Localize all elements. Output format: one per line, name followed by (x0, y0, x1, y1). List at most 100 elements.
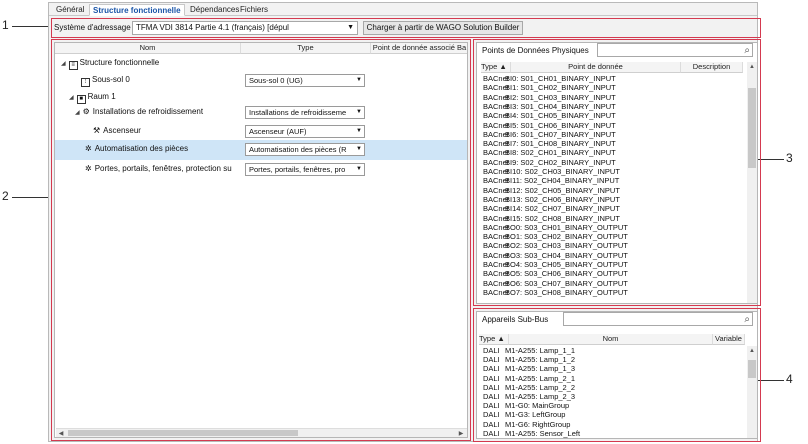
list-item[interactable]: DALI M1-G3: LeftGroup (483, 411, 565, 419)
list-item-name: BI14: S02_CH07_BINARY_INPUT (505, 204, 620, 214)
list-item[interactable]: BACnetBI9: S02_CH02_BINARY_INPUT (483, 157, 616, 167)
list-item[interactable]: DALI M1-A255: Lamp_2_1 (483, 374, 575, 383)
list-item[interactable]: BACnetBI2: S01_CH03_BINARY_INPUT (483, 93, 616, 102)
list-item[interactable]: BACnetBI10: S02_CH03_BINARY_INPUT (483, 168, 620, 176)
type-select[interactable]: Installations de refroidisseme ▼ (245, 106, 365, 119)
list-item[interactable]: DALI M1-G6: RightGroup (483, 420, 570, 429)
list-item[interactable]: BACnetBI7: S01_CH08_BINARY_INPUT (483, 140, 616, 148)
scrollbar-thumb[interactable] (748, 88, 756, 168)
list-item[interactable]: BACnetBO3: S03_CH04_BINARY_OUTPUT (483, 250, 628, 260)
list-item[interactable]: BACnetBI12: S02_CH05_BINARY_INPUT (483, 186, 620, 195)
tree-row-doors[interactable]: ✲ Portes, portails, fenêtres, protection … (55, 160, 467, 180)
tab-files[interactable]: Fichiers (237, 4, 271, 16)
scrollbar-thumb[interactable] (748, 360, 756, 378)
column-header-description[interactable]: Description (681, 62, 743, 73)
type-select[interactable]: Portes, portails, fenêtres, pro ▼ (245, 163, 365, 176)
list-item[interactable]: DALI M1-A255: Lamp_1_2 (483, 356, 575, 364)
column-header-data-point[interactable]: Point de donnée (511, 62, 681, 73)
tree-row-cooling[interactable]: ◢ ⚙ Installations de refroidissement Insta… (55, 103, 467, 123)
app-window: Général Structure fonctionnelle Dépendan… (48, 2, 761, 442)
list-item[interactable]: BACnetBI15: S02_CH08_BINARY_INPUT (483, 214, 620, 223)
list-item[interactable]: BACnetBO7: S03_CH08_BINARY_OUTPUT (483, 288, 628, 297)
tab-general[interactable]: Général (53, 4, 87, 16)
column-header-type[interactable]: Type ▲ (479, 334, 509, 345)
list-item[interactable]: BACnetBI3: S01_CH04_BINARY_INPUT (483, 102, 616, 111)
list-item[interactable]: DALI M1-G0: MainGroup (483, 402, 569, 410)
load-from-solution-builder-button[interactable]: Charger à partir de WAGO Solution Builde… (363, 21, 523, 35)
list-item[interactable]: BACnetBI13: S02_CH06_BINARY_INPUT (483, 194, 620, 204)
list-item[interactable]: BACnetBO4: S03_CH05_BINARY_OUTPUT (483, 261, 628, 269)
list-item-type: BACnet (483, 241, 509, 251)
list-item[interactable]: BACnetBO6: S03_CH07_BINARY_OUTPUT (483, 278, 628, 288)
list-item-name: M1-A255: Lamp_1_3 (505, 364, 576, 374)
list-item[interactable]: BACnetBI5: S01_CH06_BINARY_INPUT (483, 121, 616, 130)
scroll-left-icon[interactable]: ◀ (56, 430, 66, 437)
list-item-name: BI6: S01_CH07_BINARY_INPUT (505, 129, 616, 139)
scroll-right-icon[interactable]: ▶ (456, 430, 466, 437)
list-item-type: BACnet (483, 250, 509, 260)
vertical-scrollbar[interactable]: ▲ (747, 346, 757, 438)
list-item-name: BI9: S02_CH02_BINARY_INPUT (505, 157, 616, 167)
list-item[interactable]: BACnetBI14: S02_CH07_BINARY_INPUT (483, 205, 620, 213)
panel-title: Appareils Sub-Bus (482, 315, 549, 324)
type-select[interactable]: Ascenseur (AUF) ▼ (245, 125, 365, 138)
list-item[interactable]: DALI M1-A255: Sensor_Left (483, 429, 580, 438)
callout-line-2 (12, 197, 52, 198)
list-item[interactable]: DALI M1-A255: Lamp_2_3 (483, 393, 575, 401)
list-item[interactable]: BACnetBO0: S03_CH01_BINARY_OUTPUT (483, 222, 628, 232)
list-item[interactable]: DALI M1-A255: Lamp_1_1 (483, 347, 575, 355)
tab-dependencies[interactable]: Dépendances (187, 4, 242, 16)
search-icon[interactable]: ⌕ (744, 44, 750, 57)
column-header-variable[interactable]: Variable (713, 334, 745, 345)
list-item-type: DALI (483, 364, 500, 374)
column-header-type[interactable]: Type (241, 43, 371, 54)
list-item[interactable]: DALI M1-A255: Lamp_2_2 (483, 382, 576, 392)
scroll-up-icon[interactable]: ▲ (747, 64, 757, 70)
list-item[interactable]: BACnetBI11: S02_CH04_BINARY_INPUT (483, 177, 619, 185)
type-select[interactable]: Automatisation des pièces (R ▼ (245, 143, 365, 156)
list-item[interactable]: DALI M1-A255: Lamp_1_3 (483, 365, 575, 373)
list-item[interactable]: BACnetBI1: S01_CH02_BINARY_INPUT (483, 84, 616, 92)
horizontal-scrollbar[interactable]: ◀ ▶ (56, 428, 467, 437)
physical-list: BACnetBI0: S01_CH01_BINARY_INPUT BACnetBI… (477, 75, 743, 303)
list-item[interactable]: BACnetBO1: S03_CH02_BINARY_OUTPUT (483, 233, 628, 241)
list-item-type: BACnet (483, 222, 509, 232)
list-item-type: BACnet (483, 194, 509, 204)
list-item-name: M1-A255: Lamp_2_2 (505, 382, 576, 392)
list-item-type: BACnet (483, 232, 509, 242)
column-header-type[interactable]: Type ▲ (481, 62, 511, 73)
search-icon[interactable]: ⌕ (744, 313, 750, 326)
list-item[interactable]: BACnetBI8: S02_CH01_BINARY_INPUT (483, 149, 616, 157)
door-icon: ✲ (85, 164, 92, 173)
callout-4: 4 (786, 372, 793, 386)
vertical-scrollbar[interactable]: ▲ (747, 62, 757, 303)
list-item[interactable]: BACnetBO5: S03_CH06_BINARY_OUTPUT (483, 270, 628, 278)
column-header-bacnet-point[interactable]: Point de donnée associé Ba (371, 43, 467, 54)
list-item[interactable]: BACnetBO2: S03_CH03_BINARY_OUTPUT (483, 242, 628, 250)
list-item-type: BACnet (483, 139, 509, 149)
list-item[interactable]: BACnetBI6: S01_CH07_BINARY_INPUT (483, 129, 616, 139)
tree-row-room-automation[interactable]: ✲ Automatisation des pièces Automatisatio… (55, 140, 467, 160)
list-item-type: BACnet (483, 269, 509, 279)
list-item[interactable]: BACnetBI4: S01_CH05_BINARY_INPUT (483, 112, 616, 120)
list-item-type: DALI (483, 410, 500, 420)
type-select[interactable]: Sous-sol 0 (UG) ▼ (245, 74, 365, 87)
tree-icon: ≡ (68, 61, 78, 70)
physical-search-input[interactable]: ⌕ (597, 43, 753, 57)
expand-triangle-icon[interactable]: ◢ (61, 60, 66, 67)
expand-triangle-icon[interactable]: ◢ (75, 109, 80, 116)
list-item[interactable]: BACnetBI0: S01_CH01_BINARY_INPUT (483, 75, 616, 83)
scroll-up-icon[interactable]: ▲ (747, 348, 757, 354)
subbus-search-input[interactable]: ⌕ (563, 312, 753, 326)
column-header-name[interactable]: Nom (509, 334, 713, 345)
list-item-name: BI13: S02_CH06_BINARY_INPUT (505, 194, 620, 204)
addressing-system-select[interactable]: TFMA VDI 3814 Partie 4.1 (français) [dép… (132, 21, 358, 35)
list-item-name: BI1: S01_CH02_BINARY_INPUT (505, 83, 616, 93)
tree-row-elevator[interactable]: ⚒ Ascenseur Ascenseur (AUF) ▼ (55, 122, 467, 142)
expand-triangle-icon[interactable]: ◢ (69, 94, 74, 101)
tab-functional-structure[interactable]: Structure fonctionnelle (89, 4, 185, 16)
floor-icon: ⁝ (81, 78, 90, 87)
column-header-name[interactable]: Nom (55, 43, 241, 54)
scrollbar-thumb[interactable] (68, 430, 298, 436)
list-item-type: BACnet (483, 278, 509, 288)
